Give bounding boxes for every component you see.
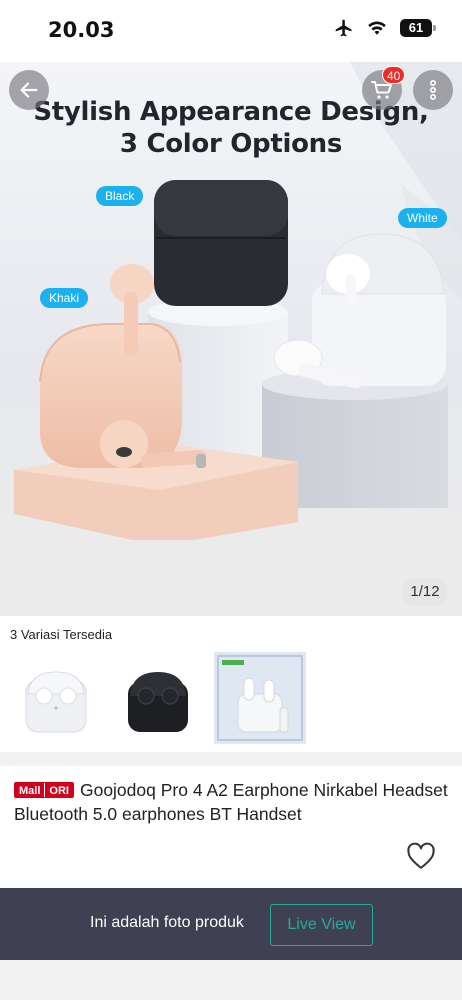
heart-icon xyxy=(407,842,435,869)
promo-case-image xyxy=(214,652,306,744)
wifi-icon xyxy=(368,21,386,35)
cart-badge: 40 xyxy=(382,66,406,84)
variant-thumbnails xyxy=(10,652,306,744)
page-bottom-area xyxy=(0,960,462,1000)
product-title: Goojodoq Pro 4 A2 Earphone Nirkabel Head… xyxy=(14,780,448,824)
photo-notice-text: Ini adalah foto produk xyxy=(90,914,244,931)
live-view-button[interactable]: Live View xyxy=(270,904,373,946)
black-case-image xyxy=(112,652,204,744)
mall-ori-badge: Mall ORI xyxy=(14,782,74,798)
mall-badge-label: Mall xyxy=(15,783,45,797)
more-vertical-icon xyxy=(429,79,437,101)
variant-thumb-promo[interactable] xyxy=(214,652,306,744)
color-tag-white: White xyxy=(398,208,447,228)
like-button[interactable] xyxy=(406,842,436,870)
back-arrow-icon xyxy=(20,82,38,98)
variant-thumb-white[interactable] xyxy=(10,652,102,744)
more-options-button[interactable] xyxy=(413,70,453,110)
product-title-block: Mall ORI Goojodoq Pro 4 A2 Earphone Nirk… xyxy=(14,778,450,826)
image-page-counter: 1/12 xyxy=(402,578,448,606)
ori-badge-label: ORI xyxy=(44,783,73,797)
battery-icon: 61 xyxy=(400,19,436,37)
status-icons: 61 xyxy=(334,18,436,38)
back-button[interactable] xyxy=(9,70,49,110)
color-tag-black: Black xyxy=(96,186,144,206)
product-info: Mall ORI Goojodoq Pro 4 A2 Earphone Nirk… xyxy=(0,766,462,888)
status-time: 20.03 xyxy=(48,18,115,42)
color-tag-khaki: Khaki xyxy=(40,288,89,308)
status-bar: 20.03 61 xyxy=(0,0,462,62)
airplane-icon xyxy=(335,19,352,37)
photo-notice-bar: Ini adalah foto produk Live View xyxy=(0,888,462,960)
hero-title-line2: 3 Color Options xyxy=(119,129,343,159)
variants-label: 3 Variasi Tersedia xyxy=(10,627,113,642)
white-case-image xyxy=(10,652,102,744)
variants-section: 3 Variasi Tersedia xyxy=(0,616,462,752)
cart-button[interactable]: 40 xyxy=(362,66,406,110)
variant-thumb-black[interactable] xyxy=(112,652,204,744)
product-image-carousel[interactable]: Stylish Appearance Design, 3 Color Optio… xyxy=(0,62,462,616)
